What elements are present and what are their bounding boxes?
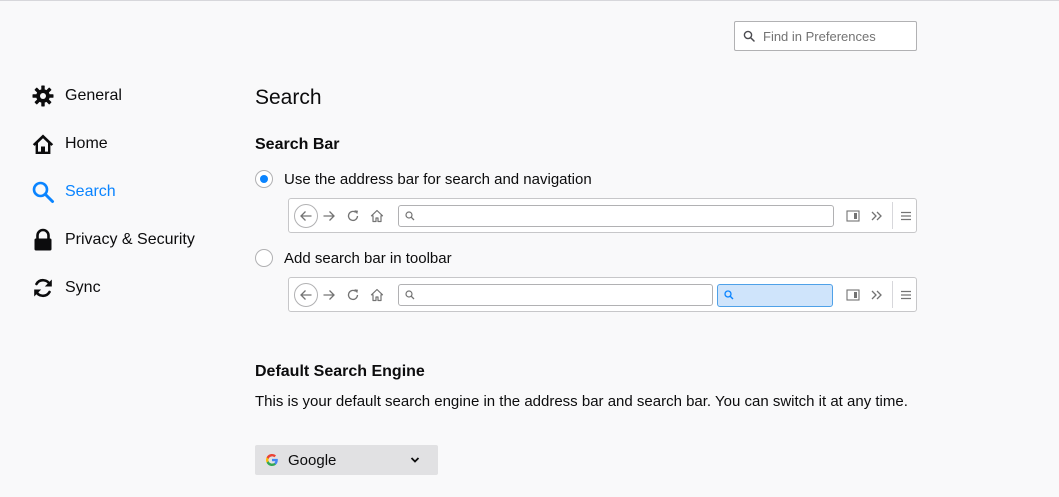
forward-arrow-icon [321,287,337,303]
toolbar-preview-search-bar [288,277,917,312]
sidebar-item-home[interactable]: Home [30,128,230,160]
reload-icon [345,208,361,224]
home-icon [30,131,56,157]
forward-arrow-icon [321,208,337,224]
default-search-engine-heading: Default Search Engine [255,363,425,380]
toolbar-divider [892,202,893,229]
selected-engine-label: Google [288,451,337,469]
sync-icon [30,275,56,301]
default-search-engine-dropdown[interactable]: Google [255,445,438,475]
find-in-preferences-box[interactable] [734,21,917,51]
url-bar-preview [398,284,713,306]
back-arrow-icon [294,283,318,307]
gear-icon [30,83,56,109]
sidebar-item-privacy-security[interactable]: Privacy & Security [30,224,230,256]
search-icon [405,290,415,300]
sidebar-item-label: Privacy & Security [65,231,195,248]
search-icon [405,211,415,221]
toolbar-divider [892,281,893,308]
search-bar-preview [717,284,833,307]
back-arrow-icon [294,204,318,228]
home-icon [369,208,385,224]
chevron-down-icon [410,457,420,463]
url-bar-preview [398,205,834,227]
search-icon [30,179,56,205]
hamburger-menu-icon [898,208,914,224]
overflow-chevron-icon [869,287,885,303]
window-top-border [0,0,1059,1]
radio-button-checked[interactable] [255,170,273,188]
page-title: Search [255,86,322,109]
radio-label: Use the address bar for search and navig… [284,170,592,188]
sidebar-item-general[interactable]: General [30,80,230,112]
radio-button-unchecked[interactable] [255,249,273,267]
sidebar-item-label: General [65,87,122,104]
toolbar-preview-address-bar [288,198,917,233]
sidebar-item-search[interactable]: Search [30,176,230,208]
reload-icon [345,287,361,303]
radio-label: Add search bar in toolbar [284,249,452,267]
google-logo-icon [266,454,278,466]
lock-icon [30,227,56,253]
radio-add-search-bar[interactable]: Add search bar in toolbar [255,249,452,267]
search-bar-heading: Search Bar [255,136,340,153]
sidebar-item-label: Search [65,183,116,200]
hamburger-menu-icon [898,287,914,303]
radio-use-address-bar[interactable]: Use the address bar for search and navig… [255,170,592,188]
sidebar-item-label: Home [65,135,108,152]
sidebar-item-label: Sync [65,279,101,296]
search-icon [743,30,755,42]
sidebar-toggle-icon [845,287,861,303]
sidebar-toggle-icon [845,208,861,224]
default-search-engine-description: This is your default search engine in th… [255,393,908,410]
search-icon [724,290,734,300]
home-icon [369,287,385,303]
overflow-chevron-icon [869,208,885,224]
find-in-preferences-input[interactable] [761,27,905,45]
sidebar-item-sync[interactable]: Sync [30,272,230,304]
